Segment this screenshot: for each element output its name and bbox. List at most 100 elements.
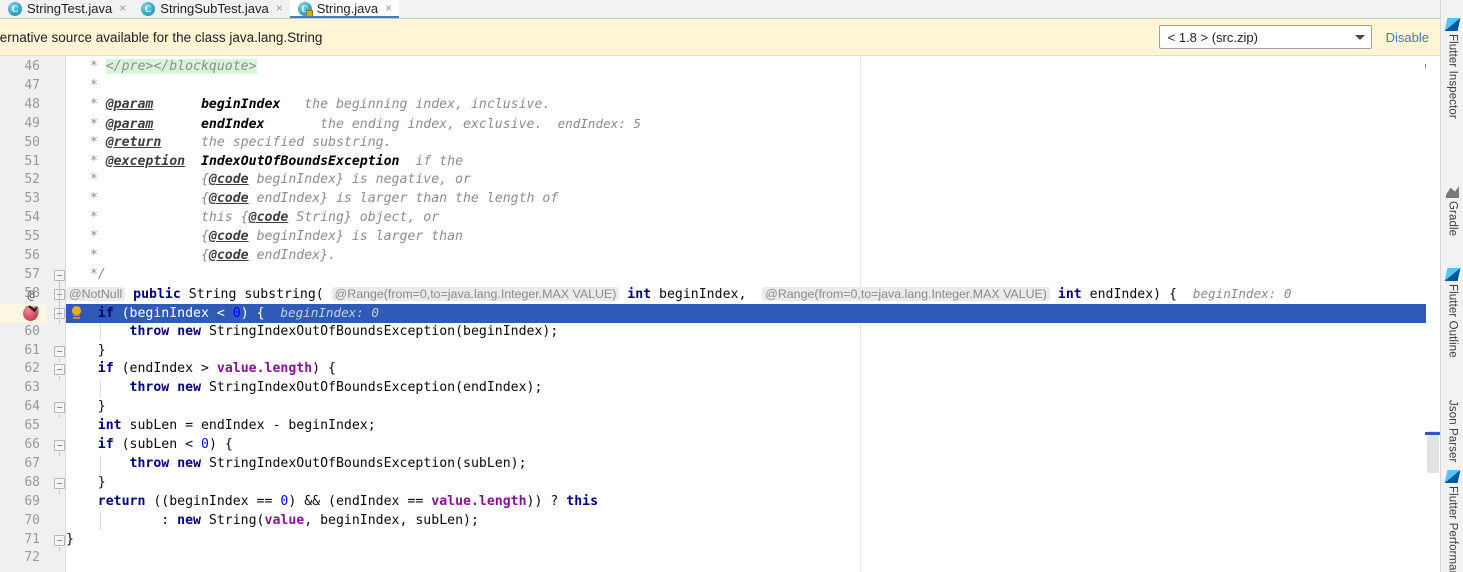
tool-window-label: Flutter Inspector	[1446, 34, 1459, 119]
code-line[interactable]: * {@code endIndex} is larger than the le…	[66, 190, 1426, 209]
code-fold-toggle[interactable]	[54, 534, 65, 551]
java-class-icon: C	[8, 1, 22, 16]
line-number: 46	[24, 59, 40, 74]
alternative-source-notification-bar: ternative source available for the class…	[0, 19, 1463, 56]
line-number: 62	[24, 361, 40, 377]
code-line[interactable]: * {@code beginIndex} is negative, or	[66, 171, 1426, 190]
tool-window-button-flutter-outline[interactable]: Flutter Outline	[1441, 268, 1463, 358]
code-line[interactable]: if (endIndex > value.length) {	[66, 360, 1426, 379]
code-line-text: * @param endIndex the ending index, excl…	[66, 115, 641, 132]
line-number: 53	[24, 191, 40, 207]
editor-tab-label: String.java	[316, 1, 379, 16]
line-number: 52	[24, 172, 40, 188]
line-number: 72	[24, 550, 40, 566]
disable-link[interactable]: Disable	[1386, 30, 1429, 45]
code-fold-toggle[interactable]	[54, 402, 65, 419]
code-fold-toggle[interactable]	[54, 477, 65, 494]
right-tool-window-stripe[interactable]: Flutter Inspector Gradle Flutter Outline Js…	[1440, 0, 1463, 572]
code-line[interactable]: throw new StringIndexOutOfBoundsExceptio…	[66, 455, 1426, 474]
code-line[interactable]: *	[66, 77, 1426, 96]
code-line[interactable]: * {@code beginIndex} is larger than	[66, 228, 1426, 247]
code-line[interactable]: if (subLen < 0) {	[66, 436, 1426, 455]
editor-tab-bar: C StringTest.java × C StringSubTest.java × C St…	[0, 0, 1463, 19]
code-line[interactable]: * @return the specified substring.	[66, 134, 1426, 153]
tool-window-button-flutter-performance[interactable]: Flutter Performance	[1441, 470, 1463, 572]
code-line[interactable]: }	[66, 398, 1426, 417]
code-line[interactable]: @NotNull public String substring( @Range…	[66, 285, 1426, 304]
code-fold-toggle[interactable]	[54, 364, 65, 381]
java-class-readonly-icon: C	[297, 1, 313, 17]
code-line[interactable]: : new String(value, beginIndex, subLen);	[66, 512, 1426, 531]
code-line-text: int subLen = endIndex - beginIndex;	[97, 418, 376, 434]
line-number: 63	[24, 380, 40, 396]
code-line-text: * @return the specified substring.	[66, 134, 392, 150]
line-number: 64	[24, 399, 40, 415]
indent-guide	[100, 322, 101, 342]
code-line[interactable]: }	[66, 531, 1426, 550]
line-number: 50	[24, 134, 40, 150]
code-content-area[interactable]: * </pre></blockquote> * * @param beginIn…	[66, 56, 1426, 572]
code-line[interactable]: * @exception IndexOutOfBoundsException i…	[66, 153, 1426, 172]
code-line[interactable]: * </pre></blockquote>	[66, 58, 1426, 77]
code-line-text: if (beginIndex < 0) { beginIndex: 0	[97, 304, 379, 321]
editor-gutter[interactable]: 4647484950515253545556575859606162636465…	[0, 56, 46, 572]
line-number: 61	[24, 342, 40, 358]
code-line[interactable]: * this {@code String} object, or	[66, 209, 1426, 228]
code-line[interactable]: if (beginIndex < 0) { beginIndex: 0	[66, 303, 1426, 323]
code-editor[interactable]: 4647484950515253545556575859606162636465…	[0, 56, 1463, 572]
code-line[interactable]: throw new StringIndexOutOfBoundsExceptio…	[66, 323, 1426, 342]
editor-tab-label: StringTest.java	[27, 1, 113, 16]
editor-fold-gutter[interactable]	[46, 56, 66, 572]
line-number: 68	[24, 474, 40, 490]
flutter-icon	[1444, 18, 1461, 31]
vertical-scrollbar-thumb[interactable]	[1427, 431, 1439, 473]
code-line-text: @NotNull public String substring( @Range…	[66, 285, 1291, 305]
code-line-text: * {@code beginIndex} is negative, or	[66, 172, 471, 188]
flutter-icon	[1444, 470, 1461, 483]
line-number: 67	[24, 455, 40, 471]
line-number: 49	[24, 115, 40, 131]
breakpoint-verified-icon[interactable]	[23, 302, 38, 321]
line-number: 71	[24, 531, 40, 547]
line-number: 51	[24, 153, 40, 169]
code-fold-toggle[interactable]	[54, 345, 65, 362]
line-number: 48	[24, 96, 40, 112]
indent-guide	[100, 511, 101, 531]
editor-scroll-markers[interactable]	[1426, 56, 1440, 572]
tool-window-button-flutter-inspector[interactable]: Flutter Inspector	[1441, 18, 1463, 119]
code-line-text: throw new StringIndexOutOfBoundsExceptio…	[129, 323, 559, 339]
code-line-text: return ((beginIndex == 0) && (endIndex =…	[97, 493, 599, 509]
tool-window-label: Gradle	[1446, 201, 1459, 237]
code-line[interactable]: * {@code endIndex}.	[66, 247, 1426, 266]
close-icon[interactable]: ×	[117, 0, 126, 18]
line-number: 70	[24, 512, 40, 528]
close-icon[interactable]: ×	[383, 0, 392, 18]
close-icon[interactable]: ×	[274, 0, 283, 18]
code-fold-toggle[interactable]	[54, 269, 65, 286]
code-line[interactable]: * @param endIndex the ending index, excl…	[66, 115, 1426, 134]
code-fold-toggle[interactable]	[54, 440, 65, 456]
code-line-text: * {@code endIndex}.	[66, 248, 336, 263]
flutter-icon	[1444, 268, 1461, 281]
tool-window-button-json-parser[interactable]: Json Parser	[1441, 400, 1463, 462]
gradle-icon	[1446, 186, 1459, 198]
code-line[interactable]: * @param beginIndex the beginning index,…	[66, 96, 1426, 115]
code-line[interactable]: */	[66, 266, 1426, 285]
editor-tab-2[interactable]: C String.java ×	[289, 0, 400, 18]
editor-tab-0[interactable]: C StringTest.java ×	[0, 0, 134, 18]
code-line[interactable]: return ((beginIndex == 0) && (endIndex =…	[66, 493, 1426, 512]
code-line[interactable]: }	[66, 474, 1426, 493]
code-line[interactable]: }	[66, 342, 1426, 361]
code-line-text: * </pre></blockquote>	[66, 59, 257, 74]
code-line[interactable]: throw new StringIndexOutOfBoundsExceptio…	[66, 379, 1426, 398]
line-number: 66	[24, 437, 40, 452]
tool-window-button-gradle[interactable]: Gradle	[1441, 185, 1463, 236]
annotation-gutter-icon[interactable]: @	[24, 288, 38, 302]
code-line-text: * {@code endIndex} is larger than the le…	[66, 191, 559, 207]
code-line[interactable]: int subLen = endIndex - beginIndex;	[66, 417, 1426, 436]
code-line[interactable]	[66, 549, 1426, 568]
chevron-down-icon	[1354, 34, 1365, 40]
editor-tab-1[interactable]: C StringSubTest.java ×	[133, 0, 290, 18]
source-version-select[interactable]: < 1.8 > (src.zip)	[1158, 25, 1372, 49]
line-number: 60	[24, 323, 40, 339]
